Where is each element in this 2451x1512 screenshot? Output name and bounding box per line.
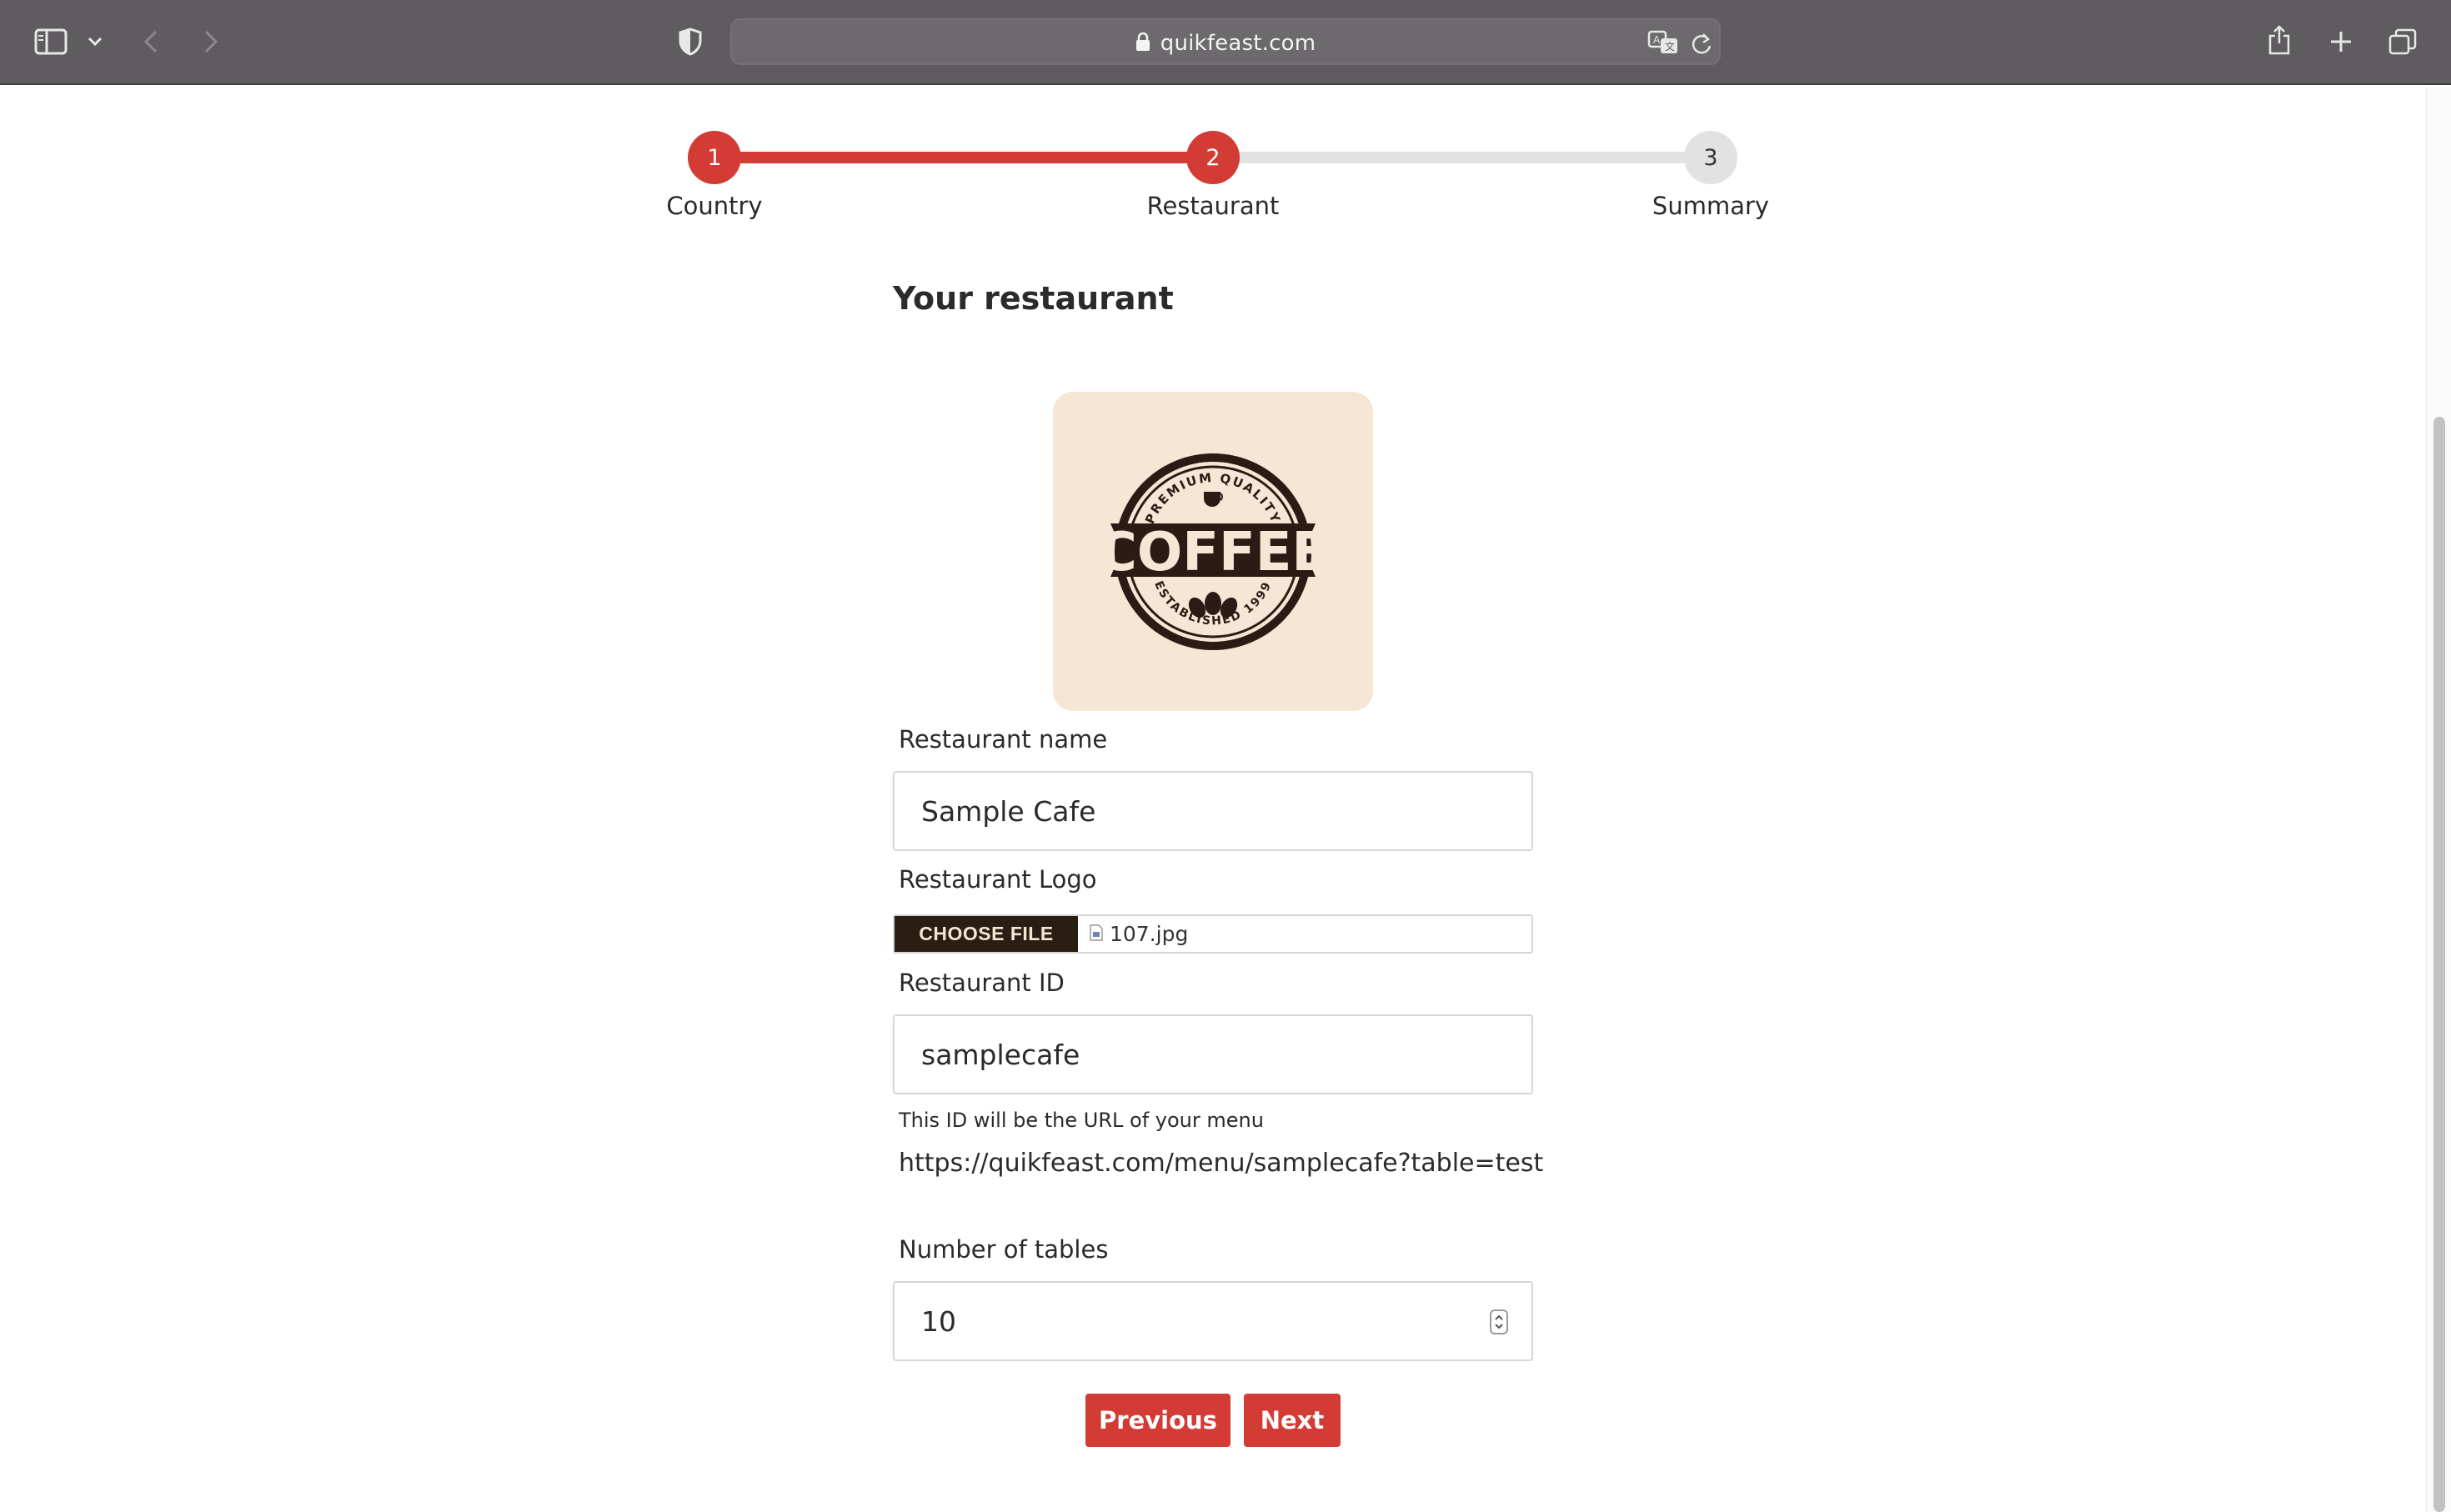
- share-icon[interactable]: [2264, 22, 2294, 58]
- restaurant-name-input[interactable]: [893, 771, 1533, 851]
- back-icon[interactable]: [138, 25, 163, 58]
- browser-toolbar: quikfeast.com A文: [0, 0, 2451, 85]
- file-icon: [1090, 922, 1103, 946]
- number-of-tables-label: Number of tables: [899, 1235, 1109, 1264]
- previous-button[interactable]: Previous: [1085, 1394, 1231, 1447]
- page-title: Your restaurant: [893, 280, 1174, 317]
- translate-icon[interactable]: A文: [1647, 30, 1679, 58]
- file-name-text: 107.jpg: [1110, 922, 1189, 946]
- menu-url-preview: https://quikfeast.com/menu/samplecafe?ta…: [899, 1149, 1544, 1178]
- scrollbar-thumb[interactable]: [2433, 417, 2445, 1512]
- svg-text:COFFEE: COFFEE: [1109, 522, 1317, 583]
- restaurant-id-hint: This ID will be the URL of your menu: [899, 1109, 1264, 1132]
- svg-text:文: 文: [1665, 40, 1675, 53]
- step-1-label: Country: [666, 192, 763, 220]
- url-text: quikfeast.com: [1160, 31, 1316, 56]
- sidebar-icon[interactable]: [32, 25, 70, 58]
- plus-icon[interactable]: [2326, 25, 2356, 58]
- selected-file: 107.jpg: [1090, 922, 1188, 946]
- lock-icon: [1135, 32, 1150, 55]
- step-3-circle[interactable]: 3: [1684, 131, 1737, 184]
- step-1-circle[interactable]: 1: [688, 131, 741, 184]
- restaurant-name-label: Restaurant name: [899, 725, 1108, 753]
- next-button[interactable]: Next: [1244, 1394, 1341, 1447]
- number-of-tables-field: [893, 1281, 1533, 1361]
- restaurant-logo-file-input[interactable]: CHOOSE FILE 107.jpg: [893, 914, 1533, 954]
- shield-icon[interactable]: [675, 25, 705, 58]
- step-2-label: Restaurant: [1146, 192, 1280, 220]
- spin-arrows-icon[interactable]: [1490, 1309, 1508, 1334]
- step-2-circle[interactable]: 2: [1186, 131, 1240, 184]
- progress-line-pending: [1212, 152, 1711, 163]
- coffee-logo-image: PREMIUM QUALITY ESTABLISHED 1999 COFFEE: [1109, 453, 1317, 650]
- choose-file-button[interactable]: CHOOSE FILE: [895, 916, 1078, 952]
- restaurant-logo-label: Restaurant Logo: [899, 865, 1097, 894]
- progress-line-complete: [714, 152, 1212, 163]
- forward-icon[interactable]: [198, 25, 223, 58]
- tabs-icon[interactable]: [2386, 25, 2419, 58]
- number-of-tables-input[interactable]: [893, 1281, 1533, 1361]
- restaurant-logo-preview: PREMIUM QUALITY ESTABLISHED 1999 COFFEE: [1053, 392, 1373, 711]
- address-bar[interactable]: quikfeast.com A文: [730, 18, 1721, 65]
- restaurant-id-input[interactable]: [893, 1014, 1533, 1094]
- svg-text:A: A: [1653, 34, 1661, 46]
- reload-icon[interactable]: [1691, 32, 1712, 58]
- chevron-down-icon[interactable]: [83, 30, 107, 53]
- page-scrollbar[interactable]: [2426, 87, 2451, 1512]
- restaurant-id-label: Restaurant ID: [899, 969, 1065, 997]
- step-3-label: Summary: [1652, 192, 1770, 220]
